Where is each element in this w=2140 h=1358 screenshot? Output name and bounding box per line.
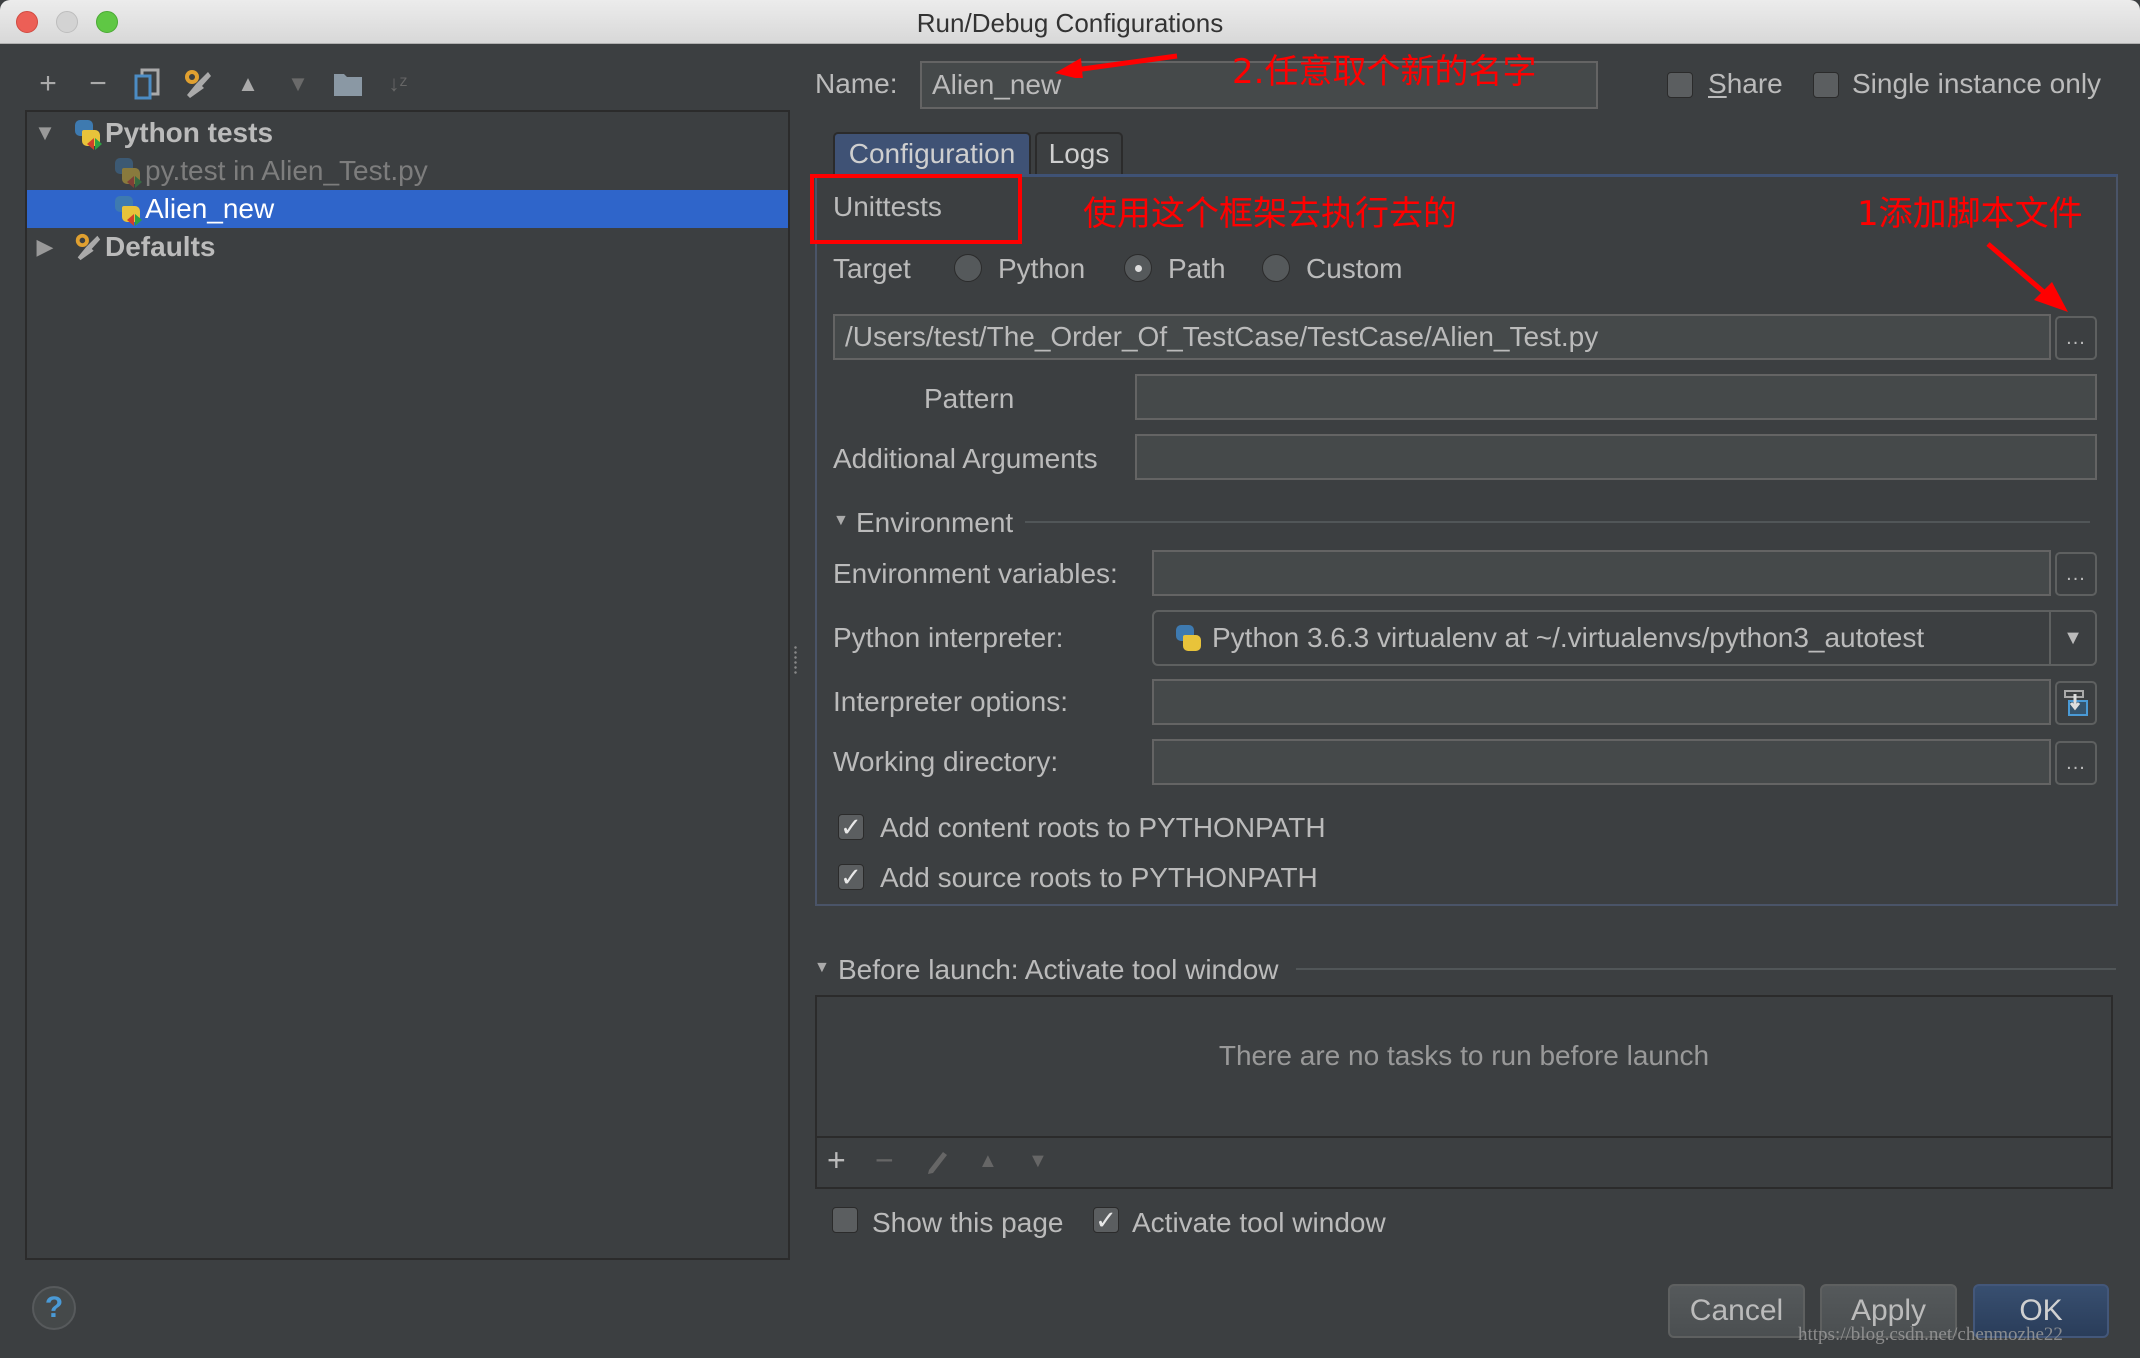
add-source-roots-label: Add source roots to PYTHONPATH xyxy=(880,862,1318,893)
share-checkbox[interactable] xyxy=(1667,72,1693,98)
interpreter-options-input[interactable] xyxy=(1152,679,2051,725)
edit-environment-variables-button[interactable]: ... xyxy=(2055,552,2097,596)
tab-configuration[interactable]: Configuration xyxy=(833,132,1031,174)
chevron-down-icon[interactable]: ▼ xyxy=(2049,612,2095,664)
move-task-up-icon[interactable]: ▲ xyxy=(978,1150,998,1173)
move-task-down-icon[interactable]: ▼ xyxy=(1028,1150,1048,1173)
help-button[interactable]: ? xyxy=(32,1286,76,1330)
watermark-text: https://blog.csdn.net/chenmozhe22 xyxy=(1798,1324,2063,1345)
environment-variables-label: Environment variables: xyxy=(833,558,1118,589)
target-custom-label: Custom xyxy=(1306,253,1403,284)
window-title: Run/Debug Configurations xyxy=(916,8,1224,38)
copy-icon[interactable] xyxy=(130,66,166,102)
additional-arguments-input[interactable] xyxy=(1135,434,2097,480)
add-content-roots-checkbox[interactable]: ✓ xyxy=(838,814,864,840)
tree-item-pytest[interactable]: py.test in Alien_Test.py xyxy=(27,152,788,190)
add-content-roots-label: Add content roots to PYTHONPATH xyxy=(880,812,1326,843)
configuration-tree: ▼ Python tests py.test in Alien_Test.py … xyxy=(25,110,790,1260)
share-label: Share xyxy=(1708,68,1783,99)
target-python-radio[interactable] xyxy=(954,254,982,282)
python-tests-icon xyxy=(113,156,143,188)
additional-arguments-label: Additional Arguments xyxy=(833,443,1098,474)
tree-item-label: py.test in Alien_Test.py xyxy=(145,155,428,186)
annotation-add-script-note: 1添加脚本文件 xyxy=(1857,194,2083,234)
annotation-arrow-icon xyxy=(1055,53,1178,78)
pattern-label: Pattern xyxy=(924,383,1015,414)
sort-alpha-icon[interactable]: ↓ᶻ xyxy=(380,66,416,102)
single-instance-label: Single instance only xyxy=(1852,68,2102,99)
add-task-icon[interactable]: + xyxy=(827,1142,846,1179)
show-this-page-checkbox[interactable] xyxy=(832,1207,858,1233)
python-interpreter-label: Python interpreter: xyxy=(833,622,1064,653)
tab-logs[interactable]: Logs xyxy=(1035,132,1123,174)
browse-working-directory-button[interactable]: ... xyxy=(2055,741,2097,785)
environment-collapse-icon[interactable]: ▼ xyxy=(833,512,849,530)
activate-tool-window-label: Activate tool window xyxy=(1132,1207,1386,1238)
expand-arrow-icon[interactable]: ▼ xyxy=(31,120,59,146)
remove-task-icon[interactable]: − xyxy=(875,1142,894,1179)
show-this-page-label: Show this page xyxy=(872,1207,1064,1238)
environment-variables-input[interactable] xyxy=(1152,550,2051,596)
expand-icon xyxy=(2064,690,2088,716)
before-launch-header: Before launch: Activate tool window xyxy=(838,954,1279,985)
target-label: Target xyxy=(833,253,911,284)
name-label: Name: xyxy=(815,68,898,99)
python-tests-icon xyxy=(73,118,103,150)
wrench-icon xyxy=(73,232,103,262)
tree-item-label: Python tests xyxy=(105,117,274,148)
interpreter-options-label: Interpreter options: xyxy=(833,686,1069,717)
before-launch-collapse-icon[interactable]: ▼ xyxy=(814,959,830,977)
wrench-icon[interactable] xyxy=(180,66,216,102)
python-tests-icon xyxy=(113,194,143,226)
add-icon[interactable]: + xyxy=(30,66,66,102)
framework-label: Unittests xyxy=(833,191,942,222)
single-instance-checkbox[interactable] xyxy=(1813,72,1839,98)
collapse-arrow-icon[interactable]: ▶ xyxy=(31,234,59,260)
divider xyxy=(1025,521,2090,523)
target-path-radio[interactable] xyxy=(1124,254,1152,282)
tree-item-label: Defaults xyxy=(105,231,216,262)
move-up-icon[interactable]: ▲ xyxy=(230,66,266,102)
splitter-handle[interactable] xyxy=(793,645,799,675)
add-source-roots-checkbox[interactable]: ✓ xyxy=(838,864,864,890)
activate-tool-window-checkbox[interactable]: ✓ xyxy=(1093,1207,1119,1233)
cancel-button[interactable]: Cancel xyxy=(1668,1284,1805,1338)
browse-path-button[interactable]: ... xyxy=(2055,316,2097,360)
python-interpreter-value: Python 3.6.3 virtualenv at ~/.virtualenv… xyxy=(1212,622,1925,653)
python-interpreter-select[interactable]: Python 3.6.3 virtualenv at ~/.virtualenv… xyxy=(1152,610,2097,666)
tree-item-label: Alien_new xyxy=(145,193,275,224)
before-launch-task-list xyxy=(815,995,2113,1189)
target-python-label: Python xyxy=(998,253,1086,284)
tree-item-defaults[interactable]: ▶ Defaults xyxy=(27,228,788,266)
divider xyxy=(817,1136,2111,1138)
target-path-label: Path xyxy=(1168,253,1226,284)
pattern-input[interactable] xyxy=(1135,374,2097,420)
working-directory-label: Working directory: xyxy=(833,746,1059,777)
python-logo-icon xyxy=(1174,623,1204,653)
annotation-framework-note: 使用这个框架去执行去的 xyxy=(1083,194,1457,234)
move-down-icon[interactable]: ▼ xyxy=(280,66,316,102)
annotation-name-note: 2.任意取个新的名字 xyxy=(1232,52,1537,92)
remove-icon[interactable]: − xyxy=(80,66,116,102)
target-path-input[interactable]: /Users/test/The_Order_Of_TestCase/TestCa… xyxy=(833,314,2051,360)
annotation-arrow-icon xyxy=(1986,242,2068,312)
tree-item-python-tests[interactable]: ▼ Python tests xyxy=(27,114,788,152)
edit-task-icon[interactable] xyxy=(925,1148,949,1179)
working-directory-input[interactable] xyxy=(1152,739,2051,785)
folder-icon[interactable] xyxy=(330,66,366,102)
empty-tasks-text: There are no tasks to run before launch xyxy=(1218,1040,1710,1071)
divider xyxy=(1296,968,2116,970)
target-custom-radio[interactable] xyxy=(1262,254,1290,282)
environment-header: Environment xyxy=(856,507,1014,538)
tree-item-alien-new[interactable]: Alien_new xyxy=(27,190,788,228)
expand-field-button[interactable] xyxy=(2055,681,2097,725)
